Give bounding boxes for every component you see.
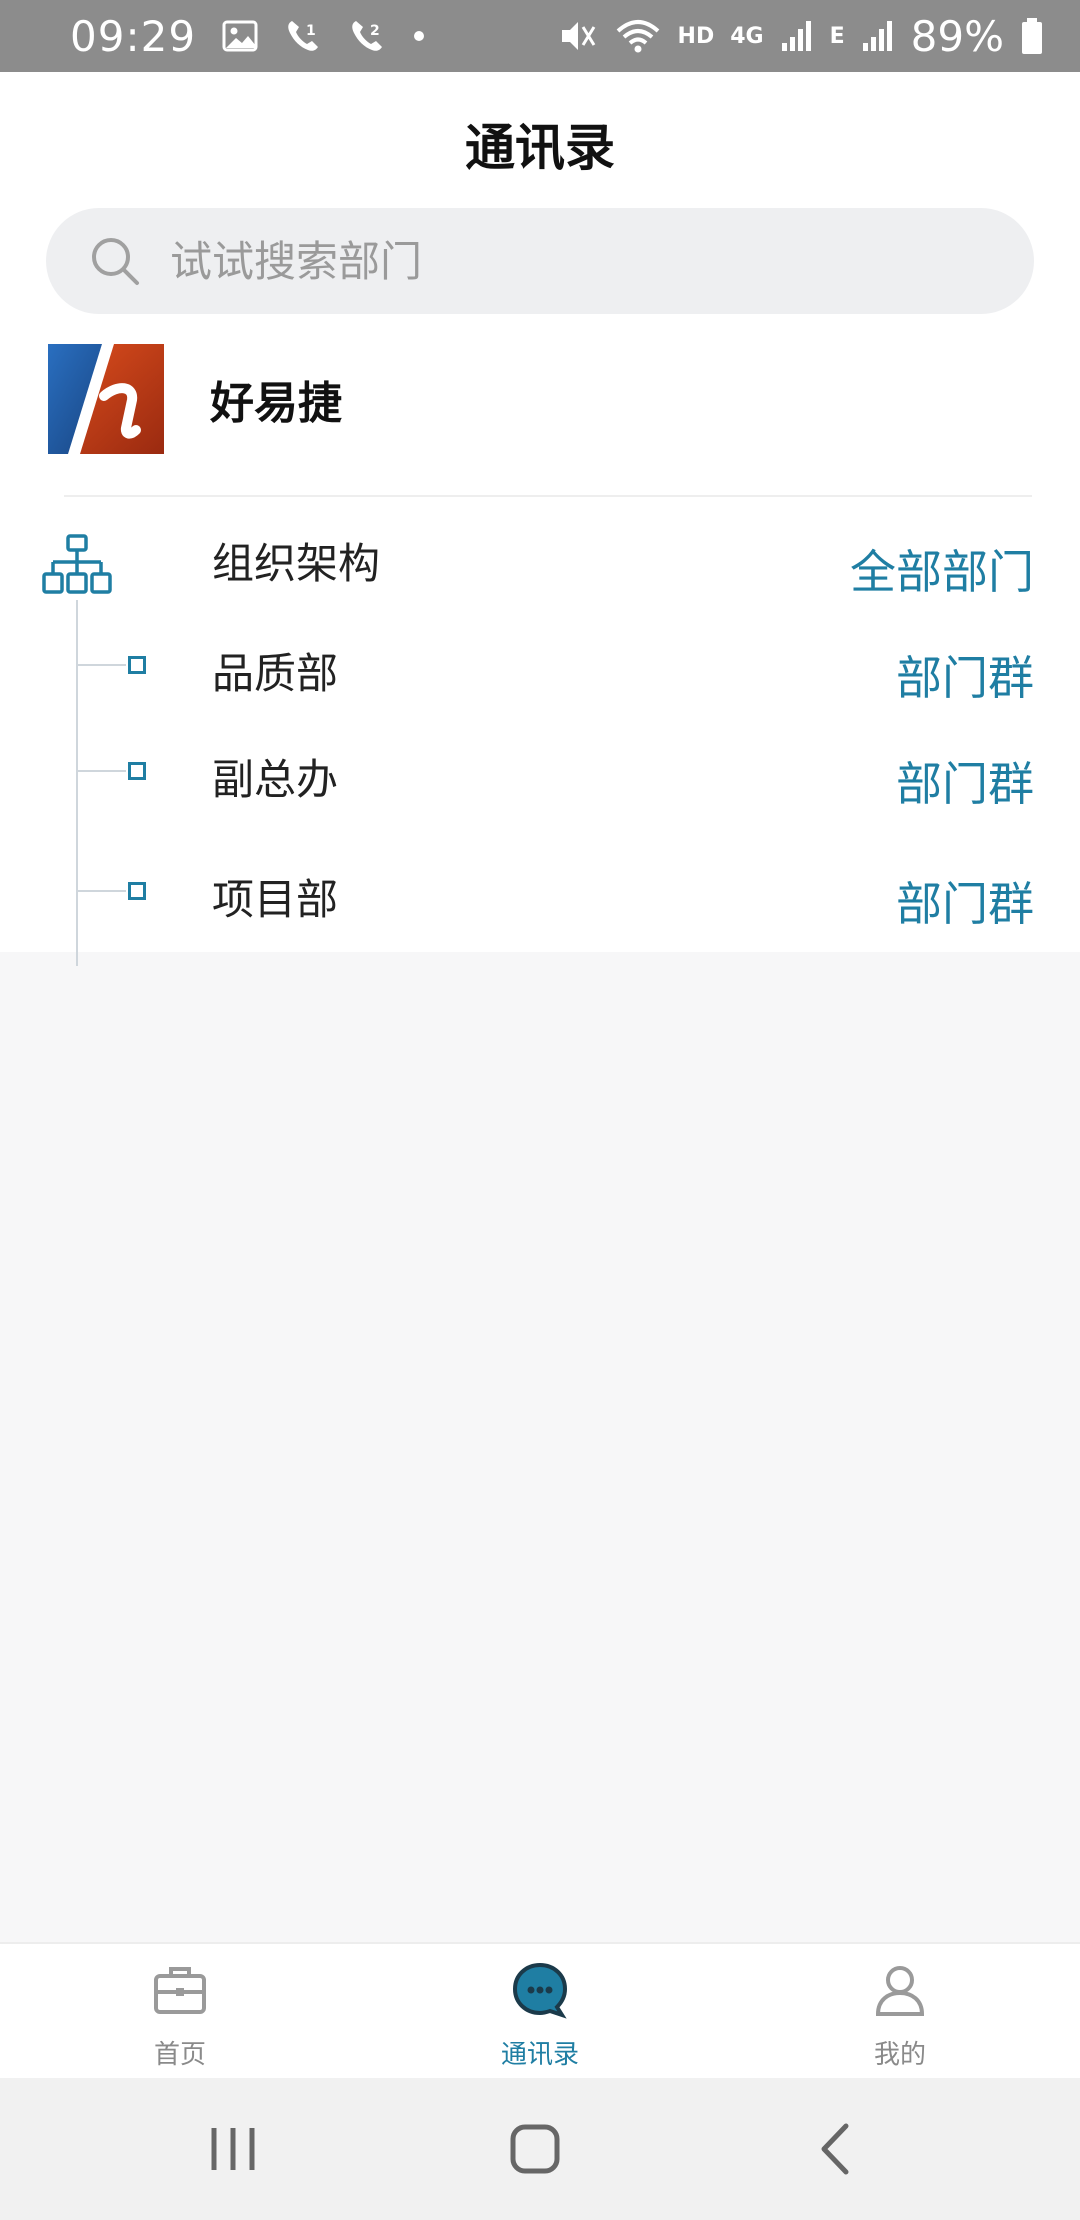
tree-branch: [76, 890, 126, 892]
mute-icon: [558, 17, 598, 55]
battery-percent: 89%: [910, 11, 1004, 61]
svg-text:1: 1: [306, 23, 316, 39]
department-name: 副总办: [212, 755, 339, 804]
department-group-link[interactable]: 部门群: [896, 748, 1034, 814]
status-time: 09:29: [70, 11, 197, 61]
contacts-content: 通讯录 试试搜索部门 好易捷 组织架构 全部部门 品质部 部门群 副总办 部门群…: [0, 72, 1080, 966]
bottom-nav: 首页 通讯录 我的: [0, 1942, 1080, 2078]
network-type-label: 4G: [730, 23, 764, 49]
nav-contacts[interactable]: 通讯录: [360, 1944, 720, 2080]
search-icon: [92, 238, 139, 285]
status-right: HD 4G E 89%: [558, 12, 1044, 61]
org-structure-row[interactable]: 组织架构 全部部门: [0, 522, 1080, 602]
company-logo-icon: [48, 344, 164, 454]
recent-apps-icon[interactable]: [198, 2114, 268, 2184]
hd-label: HD: [677, 23, 715, 49]
nav-contacts-label: 通讯录: [500, 2040, 579, 2070]
nav-home-label: 首页: [153, 2040, 206, 2070]
org-structure-label: 组织架构: [212, 539, 381, 588]
gallery-icon: [222, 20, 258, 52]
status-bar: 09:29 1 2 HD 4G E 89%: [0, 0, 1080, 72]
tree-branch: [76, 664, 126, 666]
briefcase-icon: [154, 1967, 206, 2014]
tree-node-icon: [128, 882, 146, 900]
home-button-icon[interactable]: [500, 2114, 570, 2184]
department-group-link[interactable]: 部门群: [896, 642, 1034, 708]
wifi-icon: [614, 17, 662, 55]
nav-profile-label: 我的: [873, 2040, 926, 2070]
notification-dot-icon: [412, 29, 426, 43]
department-name: 项目部: [212, 875, 339, 924]
call-sim1-icon: 1: [284, 17, 322, 55]
tree-node-icon: [128, 656, 146, 674]
department-name: 品质部: [212, 649, 339, 698]
status-left: 09:29 1 2: [70, 12, 426, 61]
chat-bubble-icon: [512, 1962, 568, 2019]
tree-node-icon: [128, 762, 146, 780]
user-icon: [875, 1966, 925, 2016]
nav-home[interactable]: 首页: [0, 1944, 360, 2080]
signal-icon: [780, 19, 814, 53]
department-row[interactable]: 副总办 部门群: [0, 732, 1080, 812]
app-root: 09:29 1 2 HD 4G E 89% 通讯录 试试搜索部门 好易捷 组织架…: [0, 0, 1080, 2220]
system-nav-bar: [0, 2078, 1080, 2220]
nav-profile[interactable]: 我的: [720, 1944, 1080, 2080]
signal-icon-2: [861, 19, 895, 53]
tree-branch: [76, 770, 126, 772]
page-title: 通讯录: [465, 119, 615, 177]
svg-text:2: 2: [370, 23, 380, 39]
department-row[interactable]: 项目部 部门群: [0, 852, 1080, 932]
network-sub-label: E: [829, 23, 845, 49]
divider: [64, 495, 1032, 497]
company-row[interactable]: 好易捷: [48, 344, 1038, 454]
search-box[interactable]: [46, 208, 1034, 314]
company-name: 好易捷: [210, 378, 342, 429]
battery-icon: [1020, 17, 1044, 55]
department-row[interactable]: 品质部 部门群: [0, 626, 1080, 706]
call-sim2-icon: 2: [348, 17, 386, 55]
org-chart-icon: [42, 534, 112, 594]
search-input[interactable]: [170, 236, 970, 286]
department-group-link[interactable]: 部门群: [896, 868, 1034, 934]
all-departments-link[interactable]: 全部部门: [850, 536, 1034, 602]
back-icon[interactable]: [802, 2114, 872, 2184]
